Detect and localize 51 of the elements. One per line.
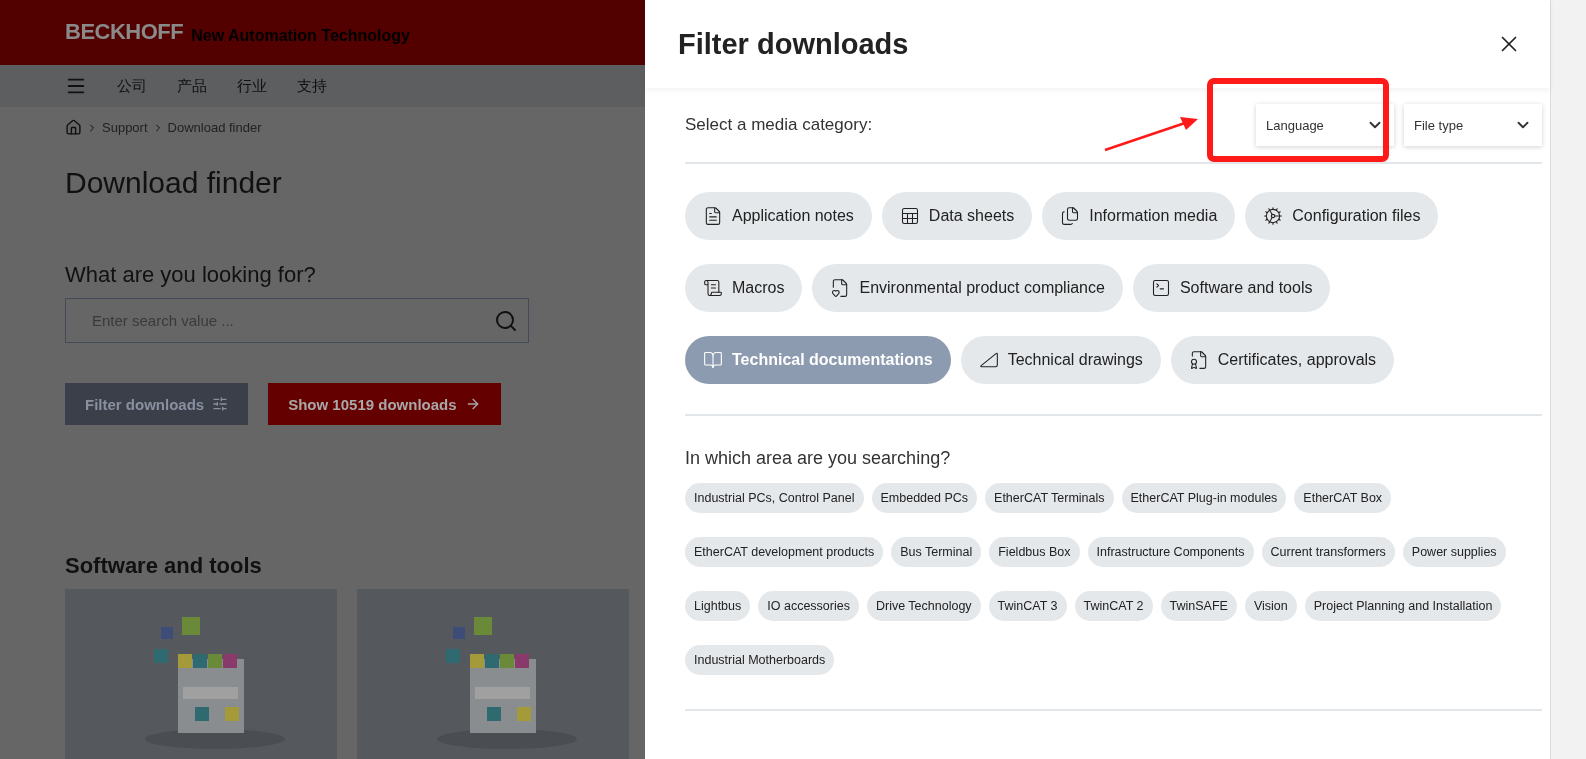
area-chip[interactable]: Infrastructure Components	[1087, 537, 1254, 567]
spreadsheet-icon	[899, 206, 920, 226]
section-title: Software and tools	[65, 553, 263, 579]
document-icon	[703, 206, 723, 226]
area-chip[interactable]: Fieldbus Box	[989, 537, 1080, 567]
category-chip[interactable]: Information media	[1042, 192, 1236, 240]
home-icon[interactable]	[65, 119, 82, 136]
area-chip[interactable]: Vision	[1244, 591, 1297, 621]
dropdown[interactable]: Language	[1256, 104, 1394, 146]
area-chip[interactable]: Lightbus	[685, 591, 751, 621]
area-chip[interactable]: Drive Technology	[866, 591, 981, 621]
brand-logo[interactable]: BECKHOFF	[65, 19, 184, 45]
scroll-icon	[703, 278, 723, 298]
area-chip[interactable]: EtherCAT Terminals	[985, 483, 1114, 513]
area-chip[interactable]: EtherCAT Box	[1294, 483, 1392, 513]
show-downloads-button[interactable]: Show 10519 downloads	[268, 383, 501, 425]
category-label: Select a media category:	[685, 115, 873, 135]
area-chip[interactable]: EtherCAT Plug-in modules	[1121, 483, 1287, 513]
area-chip[interactable]: Industrial PCs, Control Panel	[685, 483, 864, 513]
area-chip[interactable]: Bus Terminal	[891, 537, 982, 567]
certificate-icon	[1188, 350, 1209, 370]
category-chip[interactable]: Application notes	[685, 192, 872, 240]
area-chip[interactable]: TwinCAT 2	[1074, 591, 1153, 621]
category-chip[interactable]: Technical drawings	[960, 336, 1161, 384]
area-chip[interactable]: IO accessories	[758, 591, 859, 621]
area-chip[interactable]: Industrial Motherboards	[685, 645, 835, 675]
area-chip[interactable]: EtherCAT development products	[685, 537, 884, 567]
category-chip[interactable]: Macros	[685, 264, 803, 312]
category-chip[interactable]: Configuration files	[1245, 192, 1439, 240]
category-chip[interactable]: Data sheets	[881, 192, 1033, 240]
area-chip[interactable]: TwinSAFE	[1160, 591, 1237, 621]
drawer-title: Filter downloads	[678, 27, 909, 61]
brand-tagline: New Automation Technology	[191, 27, 410, 45]
book-icon	[703, 350, 723, 370]
area-chip[interactable]: Power supplies	[1402, 537, 1506, 567]
gear-icon	[1263, 206, 1284, 226]
category-chip[interactable]: Certificates, approvals	[1170, 336, 1395, 384]
terminal-icon	[1150, 278, 1171, 298]
area-chip[interactable]: Embedded PCs	[871, 483, 978, 513]
area-heading: In which area are you searching?	[685, 448, 952, 469]
search-icon[interactable]	[494, 308, 518, 333]
category-chip[interactable]: Environmental product compliance	[812, 264, 1123, 312]
page-title: Download finder	[65, 166, 283, 200]
area-chip[interactable]: TwinCAT 3	[988, 591, 1067, 621]
search-label: What are you looking for?	[65, 262, 317, 288]
category-chip[interactable]: Software and tools	[1132, 264, 1331, 312]
files-icon	[1060, 206, 1081, 226]
dropdown[interactable]: File type	[1404, 104, 1542, 146]
area-chip[interactable]: Current transformers	[1261, 537, 1395, 567]
area-chip[interactable]: Project Planning and Installation	[1304, 591, 1502, 621]
sliders-icon	[212, 396, 229, 412]
